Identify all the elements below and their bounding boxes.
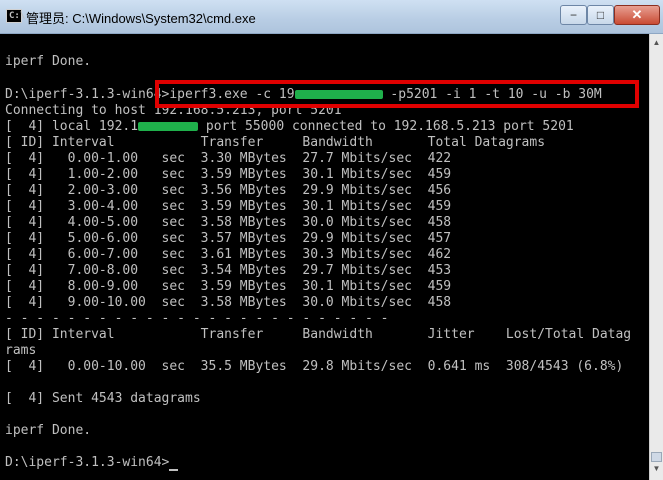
minimize-button[interactable]: − <box>560 5 587 25</box>
separator-line: - - - - - - - - - - - - - - - - - - - - … <box>5 311 389 326</box>
table-row: [ 4] 5.00-6.00 sec 3.57 MBytes 29.9 Mbit… <box>5 231 452 246</box>
local-suffix: port 55000 connected to 192.168.5.213 po… <box>198 119 574 134</box>
prompt-line: D:\iperf-3.1.3-win64> <box>5 455 179 471</box>
console-line: iperf Done. <box>5 423 92 438</box>
summary-header: [ ID] Interval Transfer Bandwidth Jitter… <box>5 327 632 342</box>
table-row: [ 4] 1.00-2.00 sec 3.59 MBytes 30.1 Mbit… <box>5 167 452 182</box>
summary-row: [ 4] 0.00-10.00 sec 35.5 MBytes 29.8 Mbi… <box>5 359 624 374</box>
close-button[interactable]: ✕ <box>614 5 660 25</box>
text-cursor <box>169 469 179 471</box>
table-row: [ 4] 4.00-5.00 sec 3.58 MBytes 30.0 Mbit… <box>5 215 452 230</box>
table-row: [ 4] 0.00-1.00 sec 3.30 MBytes 27.7 Mbit… <box>5 151 452 166</box>
title-bar[interactable]: C:\ 管理员: C:\Windows\System32\cmd.exe − □… <box>0 0 663 34</box>
table-row: [ 4] 3.00-4.00 sec 3.59 MBytes 30.1 Mbit… <box>5 199 452 214</box>
terminal-icon[interactable]: C:\ <box>6 9 25 23</box>
console-line: [ 4] local 192.1 <box>5 119 139 134</box>
redacted-ip <box>138 122 199 131</box>
table-row: [ 4] 2.00-3.00 sec 3.56 MBytes 29.9 Mbit… <box>5 183 452 198</box>
command-highlight-box <box>155 80 639 108</box>
scroll-up-icon[interactable]: ▲ <box>651 36 662 50</box>
table-row: [ 4] 6.00-7.00 sec 3.61 MBytes 30.3 Mbit… <box>5 247 452 262</box>
vertical-scrollbar[interactable]: ▲ ▼ <box>649 34 663 480</box>
scroll-down-icon[interactable]: ▼ <box>651 462 662 476</box>
console-line: D:\iperf-3.1.3-win64> <box>5 455 170 470</box>
table-header: [ ID] Interval Transfer Bandwidth Total … <box>5 135 546 150</box>
console-line: rams <box>5 343 37 358</box>
table-row: [ 4] 7.00-8.00 sec 3.54 MBytes 29.7 Mbit… <box>5 263 452 278</box>
scrollbar-thumb[interactable] <box>651 452 662 462</box>
window-title: 管理员: C:\Windows\System32\cmd.exe <box>26 11 256 26</box>
console-output[interactable]: iperf Done. D:\iperf-3.1.3-win64>iperf3.… <box>0 34 649 480</box>
cmd-window: C:\ 管理员: C:\Windows\System32\cmd.exe − □… <box>0 0 663 480</box>
table-row: [ 4] 9.00-10.00 sec 3.58 MBytes 30.0 Mbi… <box>5 295 452 310</box>
table-row: [ 4] 8.00-9.00 sec 3.59 MBytes 30.1 Mbit… <box>5 279 452 294</box>
console-line: [ 4] Sent 4543 datagrams <box>5 391 201 406</box>
maximize-button[interactable]: □ <box>587 5 614 25</box>
local-connection-line: [ 4] local 192.1 port 55000 connected to… <box>5 119 574 135</box>
console-line: iperf Done. <box>5 54 92 69</box>
